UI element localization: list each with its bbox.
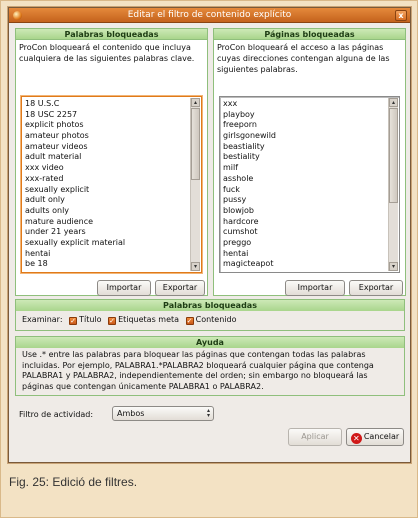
scroll-down-icon[interactable]: ▾ — [389, 262, 398, 271]
scroll-up-icon[interactable]: ▴ — [191, 98, 200, 107]
examine-section: Palabras bloqueadas Examinar: ✓ Título ✓ E… — [15, 299, 405, 331]
blocked-pages-items: xxx playboy freeporn girlsgonewild beastiali… — [223, 99, 385, 270]
list-item[interactable]: bestiality — [223, 152, 385, 163]
blocked-words-list[interactable]: 18 U.S.C 18 USC 2257 explicit photos amateu… — [21, 96, 202, 273]
list-item[interactable]: xxx video — [25, 163, 187, 174]
activity-filter-label: Filtro de actividad: — [19, 410, 94, 419]
content-checkbox[interactable]: ✓ — [185, 317, 194, 325]
blocked-words-header: Palabras bloqueadas — [16, 29, 207, 40]
meta-tags-option-label: Etiquetas meta — [118, 315, 180, 324]
examine-label: Examinar: — [22, 315, 63, 324]
list-item[interactable]: xxx — [223, 99, 385, 110]
blocked-pages-list[interactable]: xxx playboy freeporn girlsgonewild beastiali… — [219, 96, 400, 273]
blocked-pages-description: ProCon bloqueará el acceso a las páginas… — [217, 43, 390, 74]
title-checkbox[interactable]: ✓ — [69, 317, 78, 325]
list-item[interactable]: adult material — [25, 152, 187, 163]
list-item[interactable]: milf — [223, 163, 385, 174]
export-words-button[interactable]: Exportar — [155, 280, 205, 296]
list-item[interactable]: pussy — [223, 195, 385, 206]
cancel-button[interactable]: ✕ Cancelar — [346, 428, 404, 446]
blocked-pages-panel: Páginas bloqueadas ProCon bloqueará el a… — [213, 28, 406, 296]
help-section: Ayuda Use .* entre las palabras para blo… — [15, 336, 405, 396]
app-icon — [13, 11, 22, 20]
blocked-words-scrollbar[interactable]: ▴ ▾ — [190, 98, 200, 271]
apply-button[interactable]: Aplicar — [288, 428, 342, 446]
title-option-label: Título — [79, 315, 102, 324]
list-item[interactable]: under 21 years — [25, 227, 187, 238]
blocked-pages-scrollbar[interactable]: ▴ ▾ — [388, 98, 398, 271]
list-item[interactable]: freeporn — [223, 120, 385, 131]
meta-tags-checkbox[interactable]: ✓ — [108, 317, 117, 325]
scroll-down-icon[interactable]: ▾ — [191, 262, 200, 271]
list-item[interactable]: magicteapot — [223, 259, 385, 270]
export-pages-button[interactable]: Exportar — [349, 280, 403, 296]
list-item[interactable]: hardcore — [223, 217, 385, 228]
blocked-pages-header: Páginas bloqueadas — [214, 29, 405, 40]
filter-dialog: Editar el filtro de contenido explícito … — [8, 7, 411, 463]
list-item[interactable]: adult only — [25, 195, 187, 206]
list-item[interactable]: amateur videos — [25, 142, 187, 153]
examine-options: Examinar: ✓ Título ✓ Etiquetas meta ✓ Conte… — [16, 311, 404, 329]
list-item[interactable]: blowjob — [223, 206, 385, 217]
list-item[interactable]: 18 U.S.C — [25, 99, 187, 110]
import-words-button[interactable]: Importar — [97, 280, 151, 296]
list-item[interactable]: amateur photos — [25, 131, 187, 142]
import-pages-button[interactable]: Importar — [285, 280, 345, 296]
scroll-thumb[interactable] — [389, 108, 398, 203]
list-item[interactable]: sexually explicit material — [25, 238, 187, 249]
list-item[interactable]: girlsgonewild — [223, 131, 385, 142]
list-item[interactable]: 18 USC 2257 — [25, 110, 187, 121]
close-icon[interactable]: x — [395, 10, 407, 21]
list-item[interactable]: fuck — [223, 185, 385, 196]
blocked-words-panel: Palabras bloqueadas ProCon bloqueará el … — [15, 28, 208, 296]
list-item[interactable]: mature audience — [25, 217, 187, 228]
list-item[interactable]: explicit photos — [25, 120, 187, 131]
window-title: Editar el filtro de contenido explícito — [127, 10, 292, 20]
list-item[interactable]: preggo — [223, 238, 385, 249]
list-item[interactable]: cumshot — [223, 227, 385, 238]
cancel-icon: ✕ — [350, 433, 362, 444]
activity-filter-select[interactable]: Ambos ▴ ▾ — [112, 406, 214, 421]
blocked-words-description: ProCon bloqueará el contenido que incluy… — [19, 43, 195, 63]
activity-filter-value: Ambos — [117, 409, 145, 418]
list-item[interactable]: adults only — [25, 206, 187, 217]
examine-header: Palabras bloqueadas — [16, 300, 404, 311]
list-item[interactable]: hentai — [223, 249, 385, 260]
help-header: Ayuda — [16, 337, 404, 348]
cancel-label: Cancelar — [363, 432, 400, 441]
list-item[interactable]: be 18 — [25, 259, 187, 270]
help-text: Use .* entre las palabras para bloquear … — [22, 350, 374, 391]
select-arrows-icon: ▴ ▾ — [206, 407, 210, 419]
list-item[interactable]: playboy — [223, 110, 385, 121]
blocked-words-items: 18 U.S.C 18 USC 2257 explicit photos amateu… — [25, 99, 187, 270]
list-item[interactable]: hentai — [25, 249, 187, 260]
list-item[interactable]: sexually explicit — [25, 185, 187, 196]
scroll-up-icon[interactable]: ▴ — [389, 98, 398, 107]
content-option-label: Contenido — [195, 315, 237, 324]
figure-caption: Fig. 25: Edició de filtres. — [9, 475, 138, 489]
figure-frame: Editar el filtro de contenido explícito … — [0, 0, 418, 518]
list-item[interactable]: asshole — [223, 174, 385, 185]
list-item[interactable]: xxx-rated — [25, 174, 187, 185]
list-item[interactable]: beastiality — [223, 142, 385, 153]
scroll-thumb[interactable] — [191, 108, 200, 180]
title-bar: Editar el filtro de contenido explícito … — [9, 8, 410, 23]
